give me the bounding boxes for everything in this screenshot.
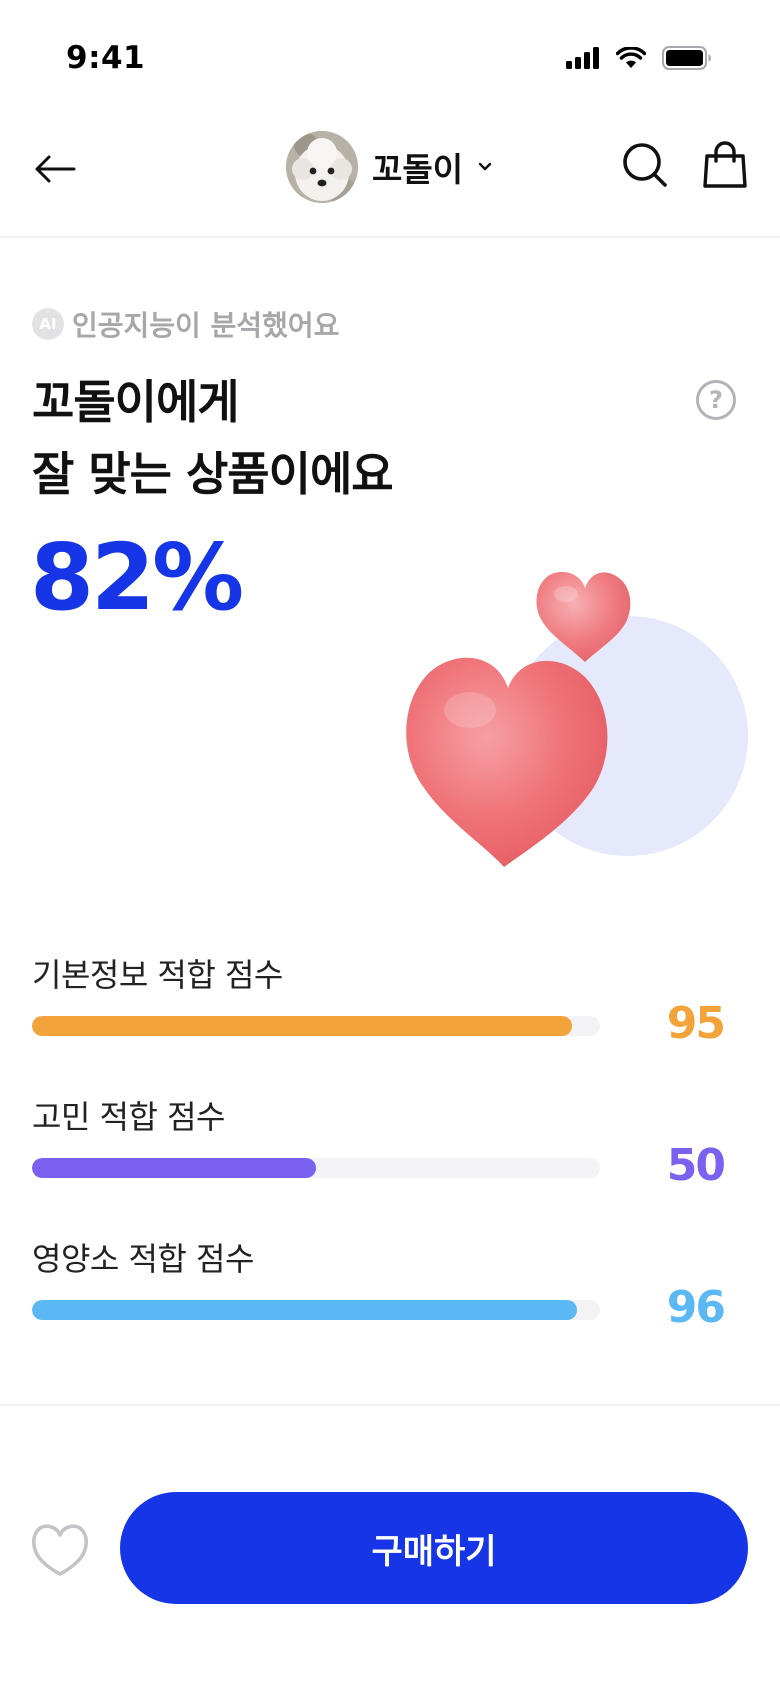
battery-icon (662, 46, 711, 70)
status-time: 9:41 (66, 40, 146, 76)
signal-icon (566, 47, 599, 69)
question-icon: ? (709, 386, 723, 414)
score-value: 96 (666, 1282, 726, 1333)
help-button[interactable]: ? (696, 380, 736, 420)
status-icons (566, 46, 712, 70)
headline-line-1: 꼬돌이에게 (32, 375, 240, 429)
ai-analysis-label: AI 인공지능이 분석했어요 (32, 304, 339, 344)
back-button[interactable] (30, 144, 80, 194)
score-value: 95 (666, 998, 726, 1049)
chevron-down-icon (478, 162, 492, 171)
wishlist-button[interactable] (32, 1522, 88, 1576)
score-label: 기본정보 적합 점수 (32, 956, 283, 994)
top-navigation: 꼬돌이 (0, 120, 780, 238)
score-bar-track (32, 1016, 600, 1036)
wifi-icon (616, 47, 646, 68)
pet-name: 꼬돌이 (372, 150, 464, 189)
score-row-basic-info: 기본정보 적합 점수 95 (32, 950, 752, 1092)
ai-label-text: 인공지능이 분석했어요 (72, 309, 340, 342)
divider (0, 1404, 780, 1406)
score-label: 영양소 적합 점수 (32, 1240, 254, 1278)
search-icon (623, 143, 667, 187)
heart-outline-icon (32, 1524, 88, 1576)
score-bar-fill (32, 1158, 316, 1178)
score-label: 고민 적합 점수 (32, 1098, 225, 1136)
status-bar: 9:41 (0, 0, 780, 120)
hearts-illustration (406, 572, 748, 867)
score-bar-fill (32, 1300, 578, 1320)
match-headline: 꼬돌이에게 잘 맞는 상품이에요 (32, 366, 394, 510)
headline-line-2: 잘 맞는 상품이에요 (32, 447, 394, 501)
dog-avatar-icon (286, 131, 358, 203)
shopping-bag-icon (703, 141, 747, 188)
ai-badge: AI (32, 308, 64, 340)
score-value: 50 (666, 1140, 726, 1191)
cart-button[interactable] (700, 140, 750, 190)
score-list: 기본정보 적합 점수 95 고민 적합 점수 50 영양소 적합 점수 96 (32, 950, 752, 1376)
buy-button[interactable]: 구매하기 (120, 1492, 748, 1604)
score-bar-track (32, 1158, 600, 1178)
score-bar-track (32, 1300, 600, 1320)
search-button[interactable] (620, 140, 670, 190)
pet-profile-selector[interactable]: 꼬돌이 (286, 130, 493, 204)
score-bar-fill (32, 1016, 572, 1036)
match-percent: 82% (30, 524, 244, 631)
score-row-concern: 고민 적합 점수 50 (32, 1092, 752, 1234)
avatar (286, 131, 358, 203)
score-row-nutrient: 영양소 적합 점수 96 (32, 1234, 752, 1376)
arrow-left-icon (35, 155, 76, 183)
